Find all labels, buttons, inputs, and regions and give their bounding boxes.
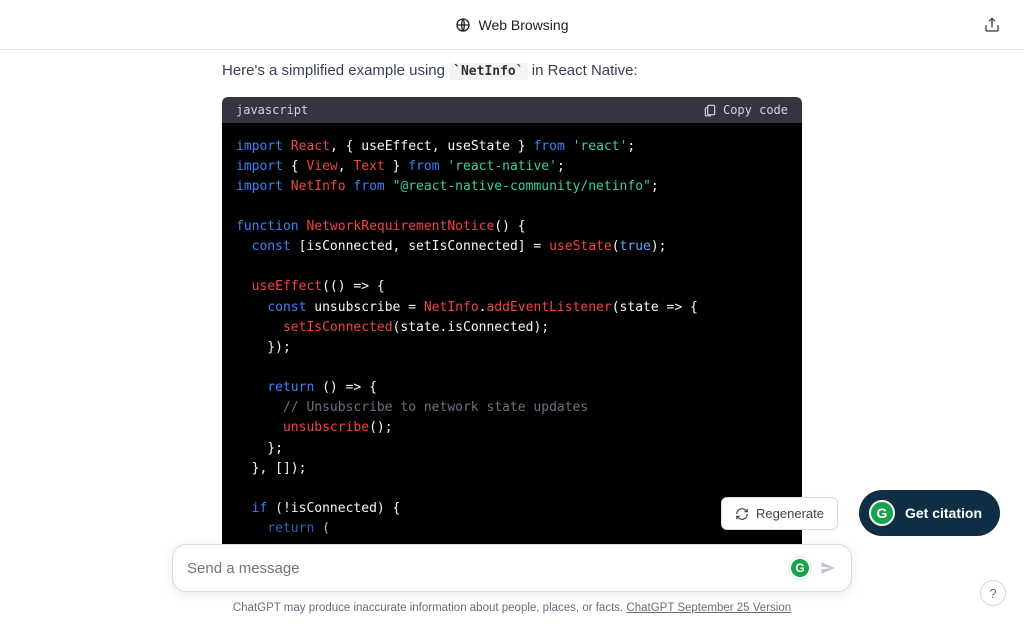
copy-code-label: Copy code [723, 103, 788, 117]
share-button[interactable] [978, 11, 1006, 39]
clipboard-icon [703, 103, 717, 117]
help-button[interactable]: ? [980, 580, 1006, 606]
get-citation-button[interactable]: G Get citation [859, 490, 1000, 536]
send-icon [819, 559, 837, 577]
code-block: javascript Copy code import React, { use… [222, 97, 802, 580]
intro-text-after: in React Native: [532, 62, 638, 79]
topbar: Web Browsing [0, 0, 1024, 50]
copy-code-button[interactable]: Copy code [703, 103, 788, 117]
code-header: javascript Copy code [222, 97, 802, 123]
grammarly-icon: G [869, 500, 895, 526]
get-citation-label: Get citation [905, 505, 982, 521]
code-language-label: javascript [236, 103, 308, 117]
inline-code: NetInfo [461, 64, 516, 79]
footer-version-link[interactable]: ChatGPT September 25 Version [626, 602, 791, 614]
send-button[interactable] [819, 559, 837, 577]
grammarly-mini-icon: G [789, 557, 811, 579]
footer-disclaimer: ChatGPT may produce inaccurate informati… [0, 602, 1024, 614]
help-label: ? [989, 586, 996, 601]
regenerate-button[interactable]: Regenerate [721, 497, 838, 530]
code-content: import React, { useEffect, useState } fr… [236, 137, 788, 540]
code-body[interactable]: import React, { useEffect, useState } fr… [222, 123, 802, 580]
message-composer[interactable]: G [172, 544, 852, 592]
refresh-icon [735, 507, 749, 521]
message-input[interactable] [187, 560, 789, 577]
footer-text: ChatGPT may produce inaccurate informati… [233, 602, 627, 614]
content-area: Here's a simplified example using `NetIn… [0, 50, 1024, 624]
intro-text: Here's a simplified example using [222, 62, 449, 79]
regenerate-label: Regenerate [756, 506, 824, 521]
header-title: Web Browsing [478, 17, 568, 33]
browsing-icon [455, 17, 471, 33]
